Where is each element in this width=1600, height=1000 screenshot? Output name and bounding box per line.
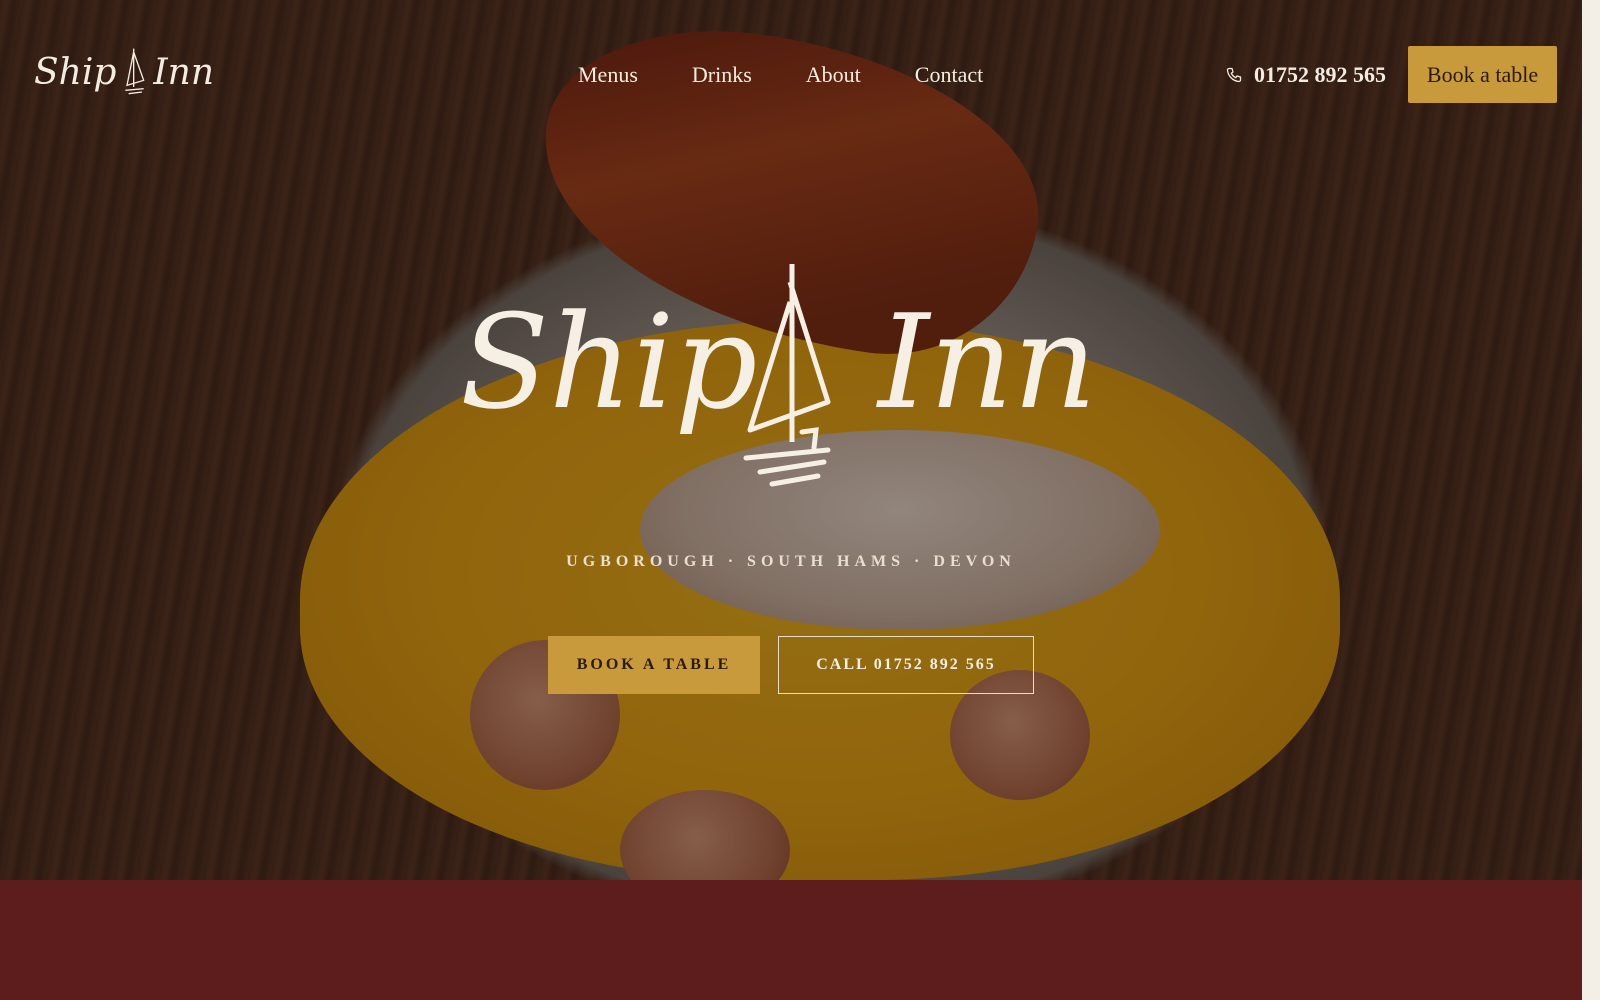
hero-call-button[interactable]: CALL 01752 892 565 xyxy=(778,636,1034,694)
phone-icon xyxy=(1226,67,1242,83)
logo-word-inn: Inn xyxy=(153,51,214,93)
hero-tagline: UGBOROUGH · SOUTH HAMS · DEVON xyxy=(566,553,1016,570)
hero-logo: Ship Inn xyxy=(460,262,1120,492)
section-band xyxy=(0,880,1582,1000)
hero-logo-word-ship: Ship xyxy=(460,286,758,438)
sailboat-icon xyxy=(125,48,145,95)
nav-item-drinks[interactable]: Drinks xyxy=(665,58,779,92)
nav-item-about[interactable]: About xyxy=(779,58,888,92)
scrollbar[interactable] xyxy=(1582,0,1600,1000)
nav-item-contact[interactable]: Contact xyxy=(888,58,1010,92)
logo-word-ship: Ship xyxy=(34,51,117,93)
sailboat-icon xyxy=(743,264,831,487)
header-logo[interactable]: Ship Inn xyxy=(34,40,214,104)
header-phone-number: 01752 892 565 xyxy=(1254,62,1386,87)
hero-logo-word-inn: Inn xyxy=(878,286,1097,438)
header-phone[interactable]: 01752 892 565 xyxy=(1226,58,1386,92)
main-nav: Menus Drinks About Contact xyxy=(560,58,1010,92)
nav-item-menus[interactable]: Menus xyxy=(560,58,665,92)
book-table-button[interactable]: Book a table xyxy=(1408,46,1557,103)
hero-book-button[interactable]: BOOK A TABLE xyxy=(548,636,760,694)
